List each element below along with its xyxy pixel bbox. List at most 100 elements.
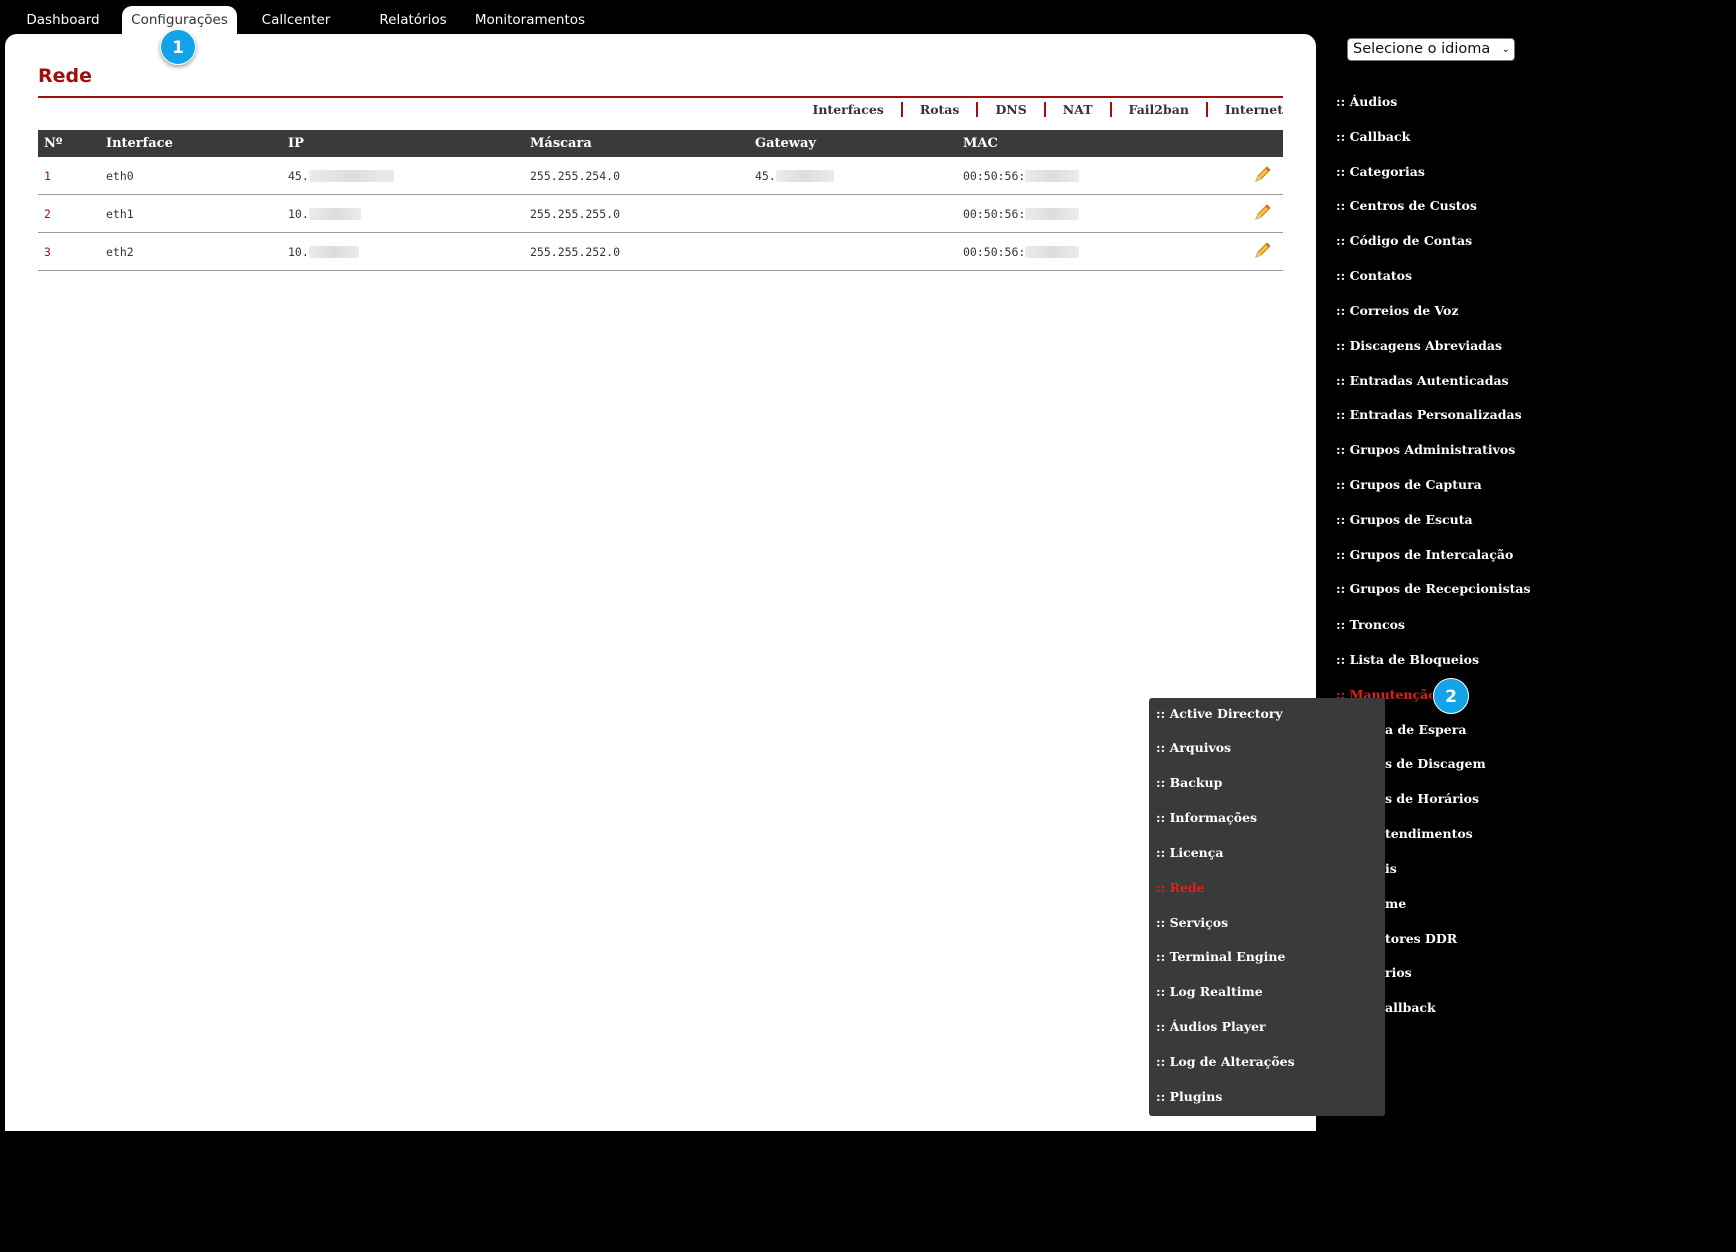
sidebar-item-entradas-autenticadas[interactable]: :: Entradas Autenticadas xyxy=(1336,372,1509,390)
sidebar-item-partial[interactable]: a de Espera xyxy=(1385,721,1466,739)
maintenance-dropdown-menu: :: Active Directory :: Arquivos :: Backu… xyxy=(1149,698,1385,1116)
redacted-blur xyxy=(308,170,394,182)
sidebar-item-audios[interactable]: :: Áudios xyxy=(1336,93,1397,111)
pencil-edit-icon[interactable] xyxy=(1253,164,1273,184)
cell-gateway xyxy=(749,232,957,271)
page-title: Rede xyxy=(38,65,93,87)
menu-item-backup[interactable]: :: Backup xyxy=(1156,774,1222,792)
sidebar-item-callback[interactable]: :: Callback xyxy=(1336,128,1410,146)
language-select[interactable]: Selecione o idioma ⌄ xyxy=(1347,38,1515,61)
redacted-blur xyxy=(1025,208,1080,220)
menu-item-audios-player[interactable]: :: Áudios Player xyxy=(1156,1018,1266,1036)
col-header-actions xyxy=(1227,130,1283,157)
subnav-nat[interactable]: NAT xyxy=(1046,102,1110,117)
cell-actions xyxy=(1227,232,1283,271)
redacted-blur xyxy=(775,170,834,182)
cell-num: 3 xyxy=(38,232,100,271)
mac-value: 00:50:56: xyxy=(963,206,1026,221)
cell-interface: eth1 xyxy=(100,194,282,233)
sidebar-item-codigo-de-contas[interactable]: :: Código de Contas xyxy=(1336,232,1472,250)
redacted-blur xyxy=(1025,246,1080,258)
ip-value: 45. xyxy=(288,168,309,183)
menu-item-rede[interactable]: :: Rede xyxy=(1156,879,1205,897)
cell-mac: 00:50:56: xyxy=(957,194,1227,233)
menu-item-active-directory[interactable]: :: Active Directory xyxy=(1156,705,1283,723)
redacted-blur xyxy=(1025,170,1080,182)
mac-value: 00:50:56: xyxy=(963,168,1026,183)
subnav-internet[interactable]: Internet xyxy=(1208,102,1283,117)
subnav-interfaces[interactable]: Interfaces xyxy=(795,102,900,117)
table-header-row: Nº Interface IP Máscara Gateway MAC xyxy=(38,130,1283,157)
table-row: 1 eth0 45. 255.255.254.0 45. 00:50:56: xyxy=(38,157,1283,195)
sidebar-item-partial[interactable]: allback xyxy=(1385,999,1436,1017)
sidebar-item-grupos-de-escuta[interactable]: :: Grupos de Escuta xyxy=(1336,511,1473,529)
cell-mask: 255.255.252.0 xyxy=(524,232,749,271)
menu-item-terminal-engine[interactable]: :: Terminal Engine xyxy=(1156,948,1285,966)
sidebar-item-partial[interactable]: s de Horários xyxy=(1385,790,1479,808)
cell-ip: 10. xyxy=(282,194,524,233)
gateway-value: 45. xyxy=(755,168,776,183)
menu-item-log-realtime[interactable]: :: Log Realtime xyxy=(1156,983,1263,1001)
col-header-mac: MAC xyxy=(957,130,1227,157)
interfaces-table: Nº Interface IP Máscara Gateway MAC 1 et… xyxy=(38,130,1283,271)
redacted-blur xyxy=(308,246,359,258)
sidebar-item-grupos-de-intercalacao[interactable]: :: Grupos de Intercalação xyxy=(1336,546,1513,564)
cell-mac: 00:50:56: xyxy=(957,157,1227,195)
step-badge-2: 2 xyxy=(1433,678,1469,714)
cell-num: 1 xyxy=(38,157,100,195)
sidebar-item-partial[interactable]: me xyxy=(1385,895,1406,913)
tab-callcenter[interactable]: Callcenter xyxy=(256,6,336,34)
mac-value: 00:50:56: xyxy=(963,244,1026,259)
sidebar-item-entradas-personalizadas[interactable]: :: Entradas Personalizadas xyxy=(1336,406,1522,424)
sidebar-item-centros-de-custos[interactable]: :: Centros de Custos xyxy=(1336,197,1477,215)
sidebar-item-grupos-administrativos[interactable]: :: Grupos Administrativos xyxy=(1336,441,1515,459)
subnav-rotas[interactable]: Rotas xyxy=(903,102,977,117)
cell-gateway: 45. xyxy=(749,157,957,195)
tab-dashboard[interactable]: Dashboard xyxy=(18,6,108,34)
sidebar-item-partial[interactable]: rios xyxy=(1385,964,1412,982)
menu-item-arquivos[interactable]: :: Arquivos xyxy=(1156,739,1231,757)
sidebar-item-grupos-de-captura[interactable]: :: Grupos de Captura xyxy=(1336,476,1482,494)
menu-item-plugins[interactable]: :: Plugins xyxy=(1156,1088,1222,1106)
subnav-fail2ban[interactable]: Fail2ban xyxy=(1112,102,1206,117)
title-divider xyxy=(38,96,1283,98)
ip-value: 10. xyxy=(288,244,309,259)
cell-mask: 255.255.255.0 xyxy=(524,194,749,233)
subnav-dns[interactable]: DNS xyxy=(978,102,1043,117)
cell-interface: eth2 xyxy=(100,232,282,271)
menu-item-informacoes[interactable]: :: Informações xyxy=(1156,809,1257,827)
tab-monitoramentos[interactable]: Monitoramentos xyxy=(470,6,590,34)
language-select-value: Selecione o idioma xyxy=(1353,41,1491,57)
top-navigation: Dashboard Configurações Callcenter Relat… xyxy=(0,0,1316,34)
sidebar-item-categorias[interactable]: :: Categorias xyxy=(1336,163,1425,181)
sidebar-item-partial[interactable]: is xyxy=(1385,860,1397,878)
sidebar-item-troncos[interactable]: :: Troncos xyxy=(1336,616,1405,634)
cell-actions xyxy=(1227,194,1283,233)
cell-ip: 10. xyxy=(282,232,524,271)
sidebar-item-lista-de-bloqueios[interactable]: :: Lista de Bloqueios xyxy=(1336,651,1479,669)
cell-num: 2 xyxy=(38,194,100,233)
pencil-edit-icon[interactable] xyxy=(1253,202,1273,222)
pencil-edit-icon[interactable] xyxy=(1253,240,1273,260)
sidebar-item-correios-de-voz[interactable]: :: Correios de Voz xyxy=(1336,302,1459,320)
redacted-blur xyxy=(308,208,361,220)
sidebar-item-contatos[interactable]: :: Contatos xyxy=(1336,267,1412,285)
cell-mac: 00:50:56: xyxy=(957,232,1227,271)
chevron-down-icon: ⌄ xyxy=(1501,44,1510,55)
sidebar-item-partial[interactable]: tendimentos xyxy=(1385,825,1473,843)
menu-item-licenca[interactable]: :: Licença xyxy=(1156,844,1223,862)
sidebar-item-discagens-abreviadas[interactable]: :: Discagens Abreviadas xyxy=(1336,337,1502,355)
cell-interface: eth0 xyxy=(100,157,282,195)
menu-item-servicos[interactable]: :: Serviços xyxy=(1156,914,1228,932)
sidebar-item-partial[interactable]: s de Discagem xyxy=(1385,755,1486,773)
table-row: 3 eth2 10. 255.255.252.0 00:50:56: xyxy=(38,232,1283,271)
menu-item-log-de-alteracoes[interactable]: :: Log de Alterações xyxy=(1156,1053,1295,1071)
col-header-ip: IP xyxy=(282,130,524,157)
sidebar-item-grupos-de-recepcionistas[interactable]: :: Grupos de Recepcionistas xyxy=(1336,580,1531,598)
cell-ip: 45. xyxy=(282,157,524,195)
cell-actions xyxy=(1227,157,1283,195)
ip-value: 10. xyxy=(288,206,309,221)
col-header-gateway: Gateway xyxy=(749,130,957,157)
tab-relatorios[interactable]: Relatórios xyxy=(372,6,454,34)
sidebar-item-partial[interactable]: tores DDR xyxy=(1385,930,1457,948)
